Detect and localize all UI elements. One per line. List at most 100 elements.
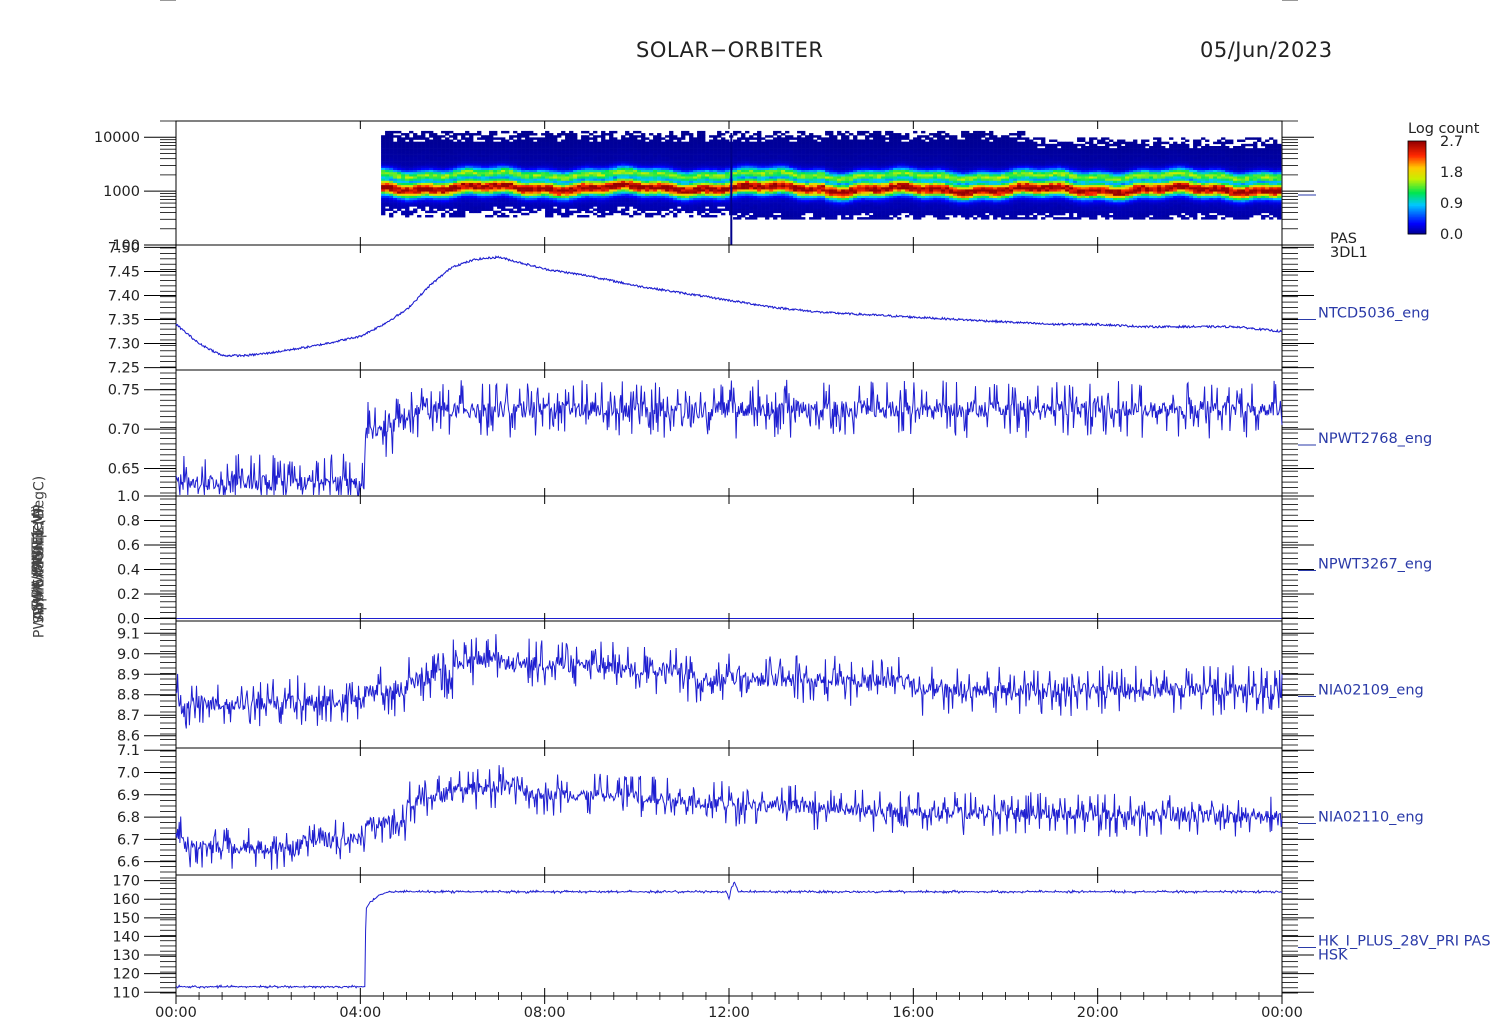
spectrogram-cell [749, 186, 754, 190]
spectrogram-cell [429, 143, 434, 147]
spectrogram-cell [869, 161, 874, 164]
spectrogram-cell [821, 176, 826, 179]
spectrogram-cell [649, 174, 654, 177]
spectrogram-cell [689, 161, 694, 164]
spectrogram-cell [853, 195, 858, 199]
spectrogram-cell [537, 139, 542, 142]
spectrogram-cell [525, 186, 530, 190]
spectrogram-cell [629, 171, 634, 175]
spectrogram-cell [769, 210, 774, 214]
spectrogram-cell [817, 169, 822, 173]
spectrogram-cell [593, 137, 598, 140]
spectrogram-cell [805, 143, 810, 147]
spectrogram-cell [433, 197, 438, 201]
spectrogram-cell [797, 195, 802, 199]
spectrogram-cell [433, 156, 438, 160]
spectrogram-cell [473, 154, 478, 158]
spectrogram-cell [569, 182, 574, 186]
spectrogram-cell [529, 148, 534, 151]
spectrogram-cell [629, 180, 634, 183]
spectrogram-cell [521, 139, 526, 142]
spectrogram-cell [545, 158, 550, 162]
spectrogram-cell [709, 143, 714, 147]
spectrogram-cell [529, 156, 534, 160]
spectrogram-cell [789, 184, 794, 188]
spectrogram-cell [677, 210, 682, 214]
spectrogram-cell [785, 193, 790, 196]
spectrogram-cell [745, 139, 750, 142]
spectrogram-cell [713, 204, 718, 207]
spectrogram-cell [901, 191, 906, 194]
spectrogram-cell [617, 154, 622, 158]
spectrogram-cell [685, 169, 690, 173]
spectrogram-cell [793, 217, 798, 220]
spectrogram-cell [449, 195, 454, 199]
spectrogram-cell [705, 195, 710, 199]
spectrogram-cell [609, 199, 614, 203]
spectrogram-cell [881, 161, 886, 164]
spectrogram-cell [913, 139, 918, 142]
spectrogram-cell [641, 208, 646, 211]
spectrogram-cell [593, 199, 598, 203]
spectrogram-cell [777, 197, 782, 201]
spectrogram-cell [725, 206, 730, 209]
spectrogram-cell [665, 141, 670, 145]
spectrogram-cell [505, 184, 510, 188]
spectrogram-cell [405, 176, 410, 179]
spectrogram-cell [477, 143, 482, 147]
spectrogram-cell [585, 197, 590, 201]
spectrogram-cell [453, 148, 458, 151]
spectrogram-cell [489, 150, 494, 153]
spectrogram-cell [465, 154, 470, 158]
spectrogram-cell [533, 163, 538, 166]
spectrogram-cell [505, 152, 510, 155]
spectrogram-cell [733, 169, 738, 173]
spectrogram-cell [909, 180, 914, 183]
spectrogram-cell [589, 143, 594, 147]
spectrogram-cell [893, 176, 898, 179]
spectrogram-cell [757, 163, 762, 166]
spectrogram-cell [781, 158, 786, 162]
spectrogram-cell [605, 163, 610, 166]
spectrogram-cell [685, 158, 690, 162]
spectrogram-cell [413, 167, 418, 171]
spectrogram-cell [829, 193, 834, 196]
spectrogram-cell [425, 143, 430, 147]
spectrogram-cell [477, 145, 482, 149]
spectrogram-cell [709, 167, 714, 171]
spectrogram-cell [769, 178, 774, 181]
spectrogram-cell [593, 202, 598, 205]
spectrogram-cell [557, 161, 562, 164]
spectrogram-cell [385, 133, 390, 136]
spectrogram-cell [405, 143, 410, 147]
spectrogram-cell [797, 161, 802, 164]
spectrogram-cell [693, 156, 698, 160]
spectrogram-cell [825, 208, 830, 211]
spectrogram-cell [521, 204, 526, 207]
spectrogram-cell [829, 208, 834, 211]
spectrogram-cell [781, 174, 786, 177]
spectrogram-cell [721, 165, 726, 168]
spectrogram-cell [581, 150, 586, 153]
spectrogram-cell [429, 135, 434, 138]
spectrogram-cell [821, 206, 826, 209]
spectrogram-cell [465, 171, 470, 175]
spectrogram-cell [833, 193, 838, 196]
spectrogram-cell [813, 158, 818, 162]
spectrogram-cell [737, 191, 742, 194]
spectrogram-cell [613, 210, 618, 214]
spectrogram-cell [465, 158, 470, 162]
spectrogram-cell [569, 212, 574, 216]
spectrogram-cell [381, 163, 386, 166]
spectrogram-cell [673, 137, 678, 140]
spectrogram-cell [569, 130, 574, 134]
spectrogram-cell [469, 202, 474, 205]
spectrogram-cell [641, 133, 646, 136]
spectrogram-cell [905, 150, 910, 153]
spectrogram-cell [761, 178, 766, 181]
spectrogram-cell [901, 135, 906, 138]
spectrogram-cell [765, 182, 770, 186]
spectrogram-cell [801, 158, 806, 162]
spectrogram-cell [493, 163, 498, 166]
spectrogram-cell [421, 169, 426, 173]
